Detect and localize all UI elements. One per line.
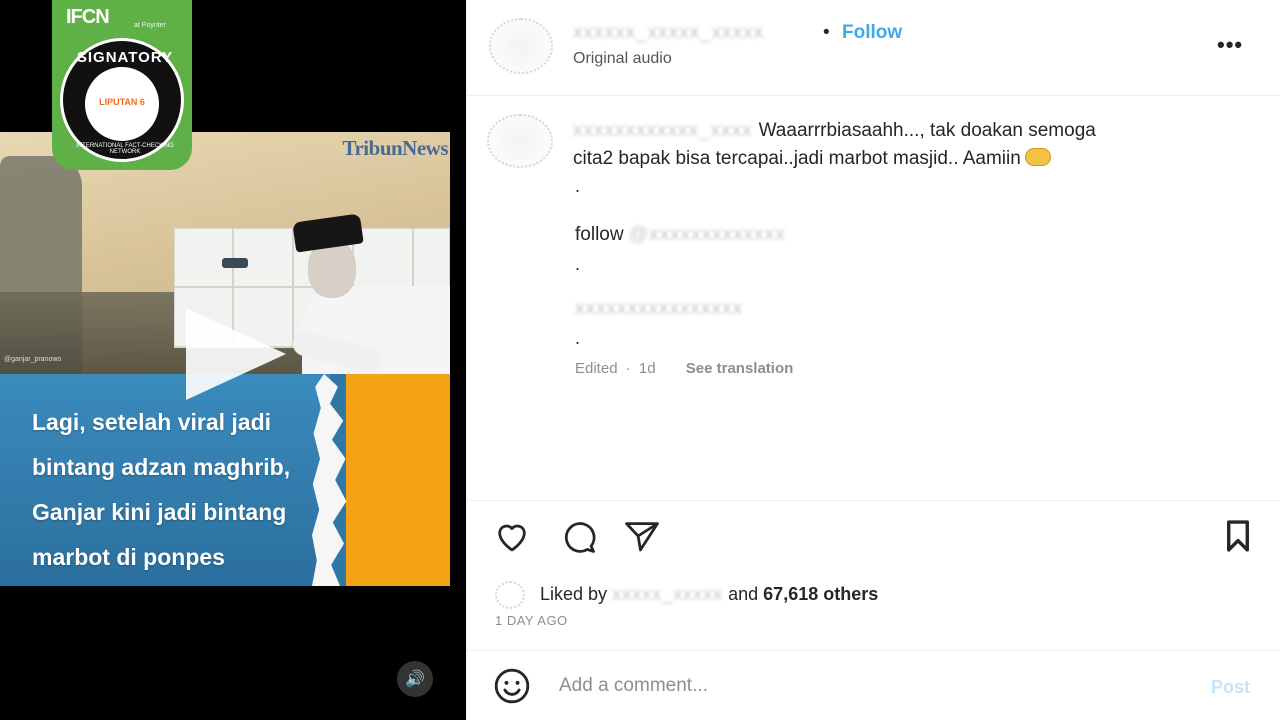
like-heart-svg xyxy=(498,524,526,552)
comment-age: 1d xyxy=(638,360,656,377)
post-actions: Liked by xxxxx_xxxxx and 67,618 others 1… xyxy=(467,500,1280,650)
comment-mention[interactable]: @xxxxxxxxxxxxx xyxy=(629,224,786,245)
comment-second-line: cita2 bapak bisa tercapai..jadi marbot m… xyxy=(573,147,1051,170)
scene-person xyxy=(290,213,450,376)
bookmark-svg xyxy=(1227,520,1249,552)
volume-icon[interactable]: 🔊 xyxy=(397,661,433,697)
share-send-svg xyxy=(625,522,659,552)
header-separator: • xyxy=(823,22,830,43)
praying-hands-icon xyxy=(1024,147,1051,166)
comment-input[interactable] xyxy=(559,675,1179,697)
badge-inner: LIPUTAN 6 xyxy=(85,67,159,141)
like-heart-icon[interactable] xyxy=(493,519,533,555)
post-timestamp: 1 DAY AGO xyxy=(495,613,568,628)
original-audio-link[interactable]: Original audio xyxy=(573,50,672,68)
video-caption: Lagi, setelah viral jadi bintang adzan m… xyxy=(32,400,332,580)
video-credit: @ganjar_pranowo xyxy=(4,356,62,363)
scene-tap xyxy=(222,258,248,268)
comment-bubble-icon[interactable] xyxy=(559,519,599,555)
comment-text-line1: Waaarrrbiasaahh..., tak doakan semoga xyxy=(758,120,1096,141)
likes-count-link[interactable]: 67,618 others xyxy=(763,584,878,604)
liked-by-username[interactable]: xxxxx_xxxxx xyxy=(612,584,723,604)
and-label: and xyxy=(728,583,759,604)
liked-by-label: Liked by xyxy=(540,583,608,604)
author-username[interactable]: xxxxxx_xxxxx_xxxxx xyxy=(573,22,764,44)
caption-line: Ganjar kini jadi bintang xyxy=(32,499,287,525)
likes-summary: Liked by xxxxx_xxxxx and 67,618 others xyxy=(495,581,878,609)
follow-button[interactable]: Follow xyxy=(842,22,902,44)
comment-follow-line: follow @xxxxxxxxxxxxx xyxy=(575,224,786,246)
share-send-icon[interactable] xyxy=(623,519,663,555)
ifcn-logo: IFCN xyxy=(66,6,110,28)
caption-comment: xxxxxxxxxxxx_xxxx Waaarrrbiasaahh..., tak… xyxy=(467,96,1280,496)
edited-label: Edited xyxy=(575,360,618,377)
liker-avatar[interactable] xyxy=(495,581,525,609)
post-panel: xxxxxx_xxxxx_xxxxx • Follow Original aud… xyxy=(466,0,1280,720)
comment-meta: Edited · 1d See translation xyxy=(575,360,793,377)
comment-first-line: xxxxxxxxxxxx_xxxx Waaarrrbiasaahh..., tak… xyxy=(573,120,1096,142)
play-icon[interactable] xyxy=(186,308,286,400)
post-media[interactable]: TribunNews @ganjar_pranowo Lagi, setelah… xyxy=(0,0,466,720)
see-translation-link[interactable]: See translation xyxy=(686,360,794,377)
comment-dot: . xyxy=(575,176,581,196)
liputan6-logo: LIPUTAN 6 xyxy=(99,97,145,107)
author-avatar[interactable] xyxy=(489,18,553,74)
ifcn-signatory-badge: IFCN at Poynter SIGNATORY LIPUTAN 6 INTE… xyxy=(52,0,192,170)
comment-dot: . xyxy=(575,328,581,348)
caption-line: marbot di ponpes xyxy=(32,544,225,570)
more-options-icon[interactable]: ••• xyxy=(1217,32,1243,58)
comment-bubble-svg xyxy=(564,522,596,553)
commenter-username[interactable]: xxxxxxxxxxxx_xxxx xyxy=(573,120,753,141)
person-cap xyxy=(292,213,364,253)
comment-dot: . xyxy=(575,254,581,274)
ifcn-subtitle: at Poynter xyxy=(134,22,166,29)
badge-circle: SIGNATORY LIPUTAN 6 INTERNATIONAL FACT-C… xyxy=(60,38,184,162)
comment-follow-word: follow xyxy=(575,224,624,245)
caption-orange-bg xyxy=(346,374,450,586)
badge-signatory: SIGNATORY xyxy=(76,49,174,66)
caption-line: Lagi, setelah viral jadi xyxy=(32,409,272,435)
tribun-watermark: TribunNews xyxy=(342,136,449,160)
video-frame[interactable]: TribunNews @ganjar_pranowo Lagi, setelah… xyxy=(0,132,450,586)
commenter-avatar[interactable] xyxy=(487,114,553,168)
video-caption-area: Lagi, setelah viral jadi bintang adzan m… xyxy=(0,374,450,586)
comment-text-line2: cita2 bapak bisa tercapai..jadi marbot m… xyxy=(573,148,1021,169)
emoji-smile-icon[interactable] xyxy=(493,667,531,705)
caption-line: bintang adzan maghrib, xyxy=(32,454,291,480)
post-comment-button[interactable]: Post xyxy=(1211,677,1250,698)
meta-separator: · xyxy=(625,360,631,377)
bookmark-icon[interactable] xyxy=(1219,519,1259,555)
emoji-smile-svg xyxy=(494,668,530,704)
comment-composer: Post xyxy=(467,650,1280,720)
badge-network-text: INTERNATIONAL FACT-CHECKING NETWORK xyxy=(76,143,174,155)
comment-blurred-line: xxxxxxxxxxxxxxxx xyxy=(575,298,743,319)
post-header: xxxxxx_xxxxx_xxxxx • Follow Original aud… xyxy=(467,0,1280,96)
